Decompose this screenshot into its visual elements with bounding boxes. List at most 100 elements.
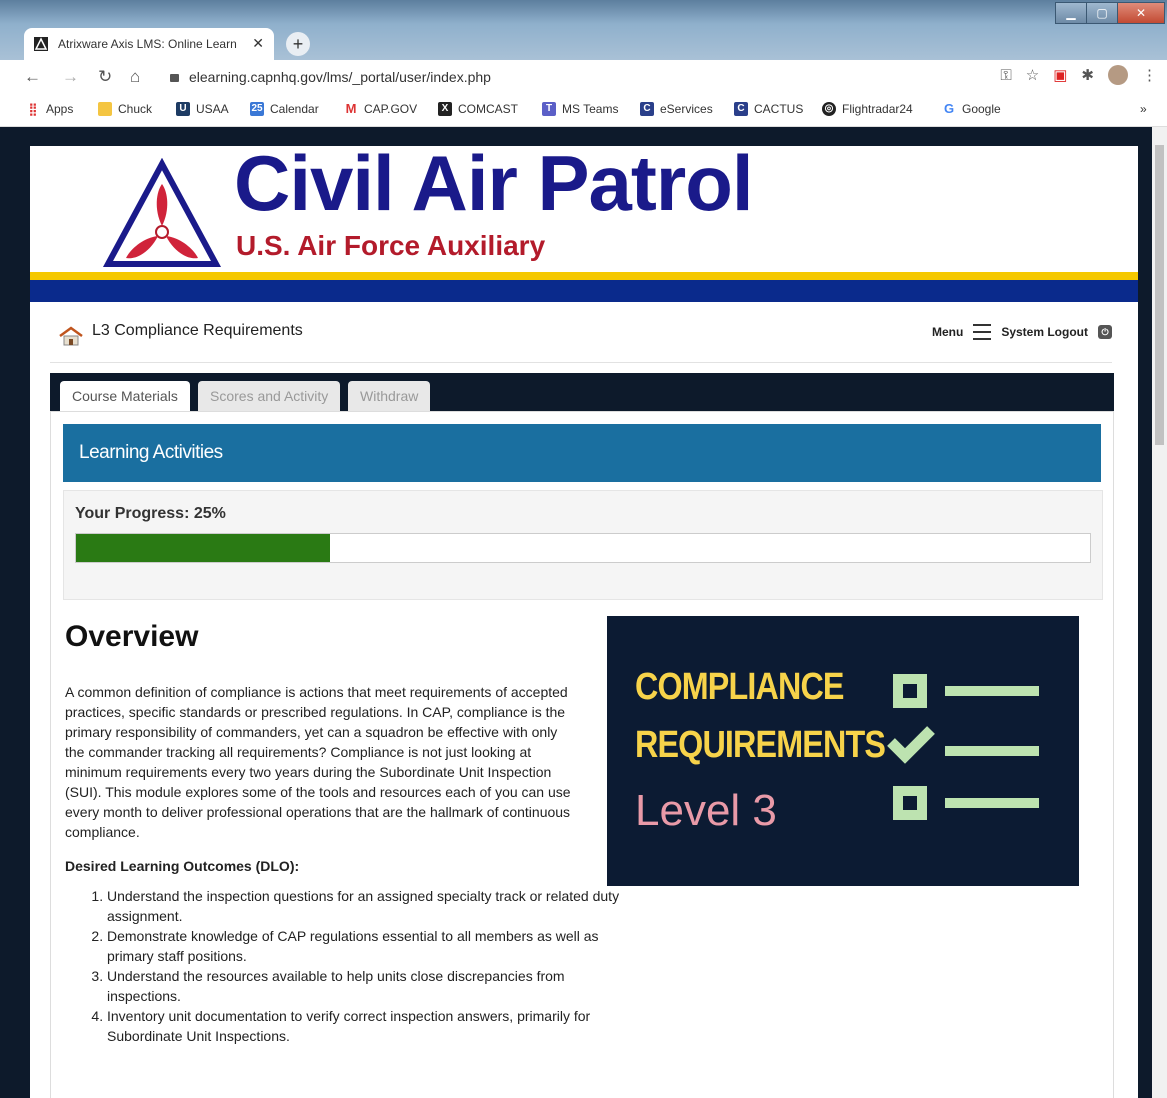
user-menu-area: Menu System Logout ⏻ [932,324,1112,340]
lock-icon [170,74,179,83]
tab-course-materials[interactable]: Course Materials [60,381,190,411]
home-icon[interactable] [58,326,84,346]
banner-line1: COMPLIANCE [635,666,844,708]
progress-label: Your Progress: 25% [75,505,226,522]
bookmark-label: USAA [196,102,229,116]
close-tab-icon[interactable]: ✕ [252,35,264,52]
cap-seal-icon: C [734,102,748,116]
pdf-extension-icon[interactable]: ▣ [1053,66,1067,84]
tab-title: Atrixware Axis LMS: Online Learn [58,37,237,51]
url-text: elearning.capnhq.gov/lms/_portal/user/in… [189,69,491,85]
header-stripe-blue [30,280,1138,302]
bookmark-chuck[interactable]: Chuck [98,102,152,116]
bookmark-eservices[interactable]: CeServices [640,102,713,116]
course-topbar: L3 Compliance Requirements Menu System L… [50,312,1112,363]
new-tab-button[interactable]: + [286,32,310,56]
course-tabs: Course Materials Scores and Activity Wit… [50,373,1114,411]
bookmark-label: eServices [660,102,713,116]
comcast-icon: X [438,102,452,116]
learning-activities-header: Learning Activities [63,424,1101,482]
atrixware-favicon-icon [34,37,48,51]
hamburger-menu-icon[interactable] [973,324,992,340]
learning-activities-title: Learning Activities [79,442,223,463]
bookmark-capgov[interactable]: M CAP.GOV [344,101,418,117]
google-icon: G [943,101,955,116]
bookmark-google[interactable]: G Google [942,101,1001,117]
folder-icon [98,102,112,116]
site-header: Civil Air Patrol U.S. Air Force Auxiliar… [30,139,1138,272]
maximize-button[interactable]: ▢ [1086,2,1118,24]
overflow-label: » [1140,102,1147,116]
bookmark-label: CAP.GOV [364,102,418,116]
logout-icon[interactable]: ⏻ [1098,325,1112,339]
banner-line3: Level 3 [635,786,777,835]
bookmarks-bar: ⣿ Apps Chuck U USAA 25 Calendar M CAP.GOV XC… [0,94,1167,127]
bookmark-calendar[interactable]: 25 Calendar [250,102,319,116]
tab-scores-and-activity[interactable]: Scores and Activity [198,381,341,411]
minimize-button[interactable]: ▁ [1055,2,1087,24]
progress-bar [75,533,1091,563]
key-icon[interactable]: ⚿ [1000,67,1011,84]
overview-paragraph: A common definition of compliance is act… [65,684,571,840]
system-logout-link[interactable]: System Logout [1001,325,1088,339]
page-scrollbar[interactable] [1152,127,1167,1098]
back-icon[interactable]: ← [24,67,41,87]
bookmark-cactus[interactable]: C CACTUS [734,102,803,116]
list-item: Demonstrate knowledge of CAP regulations… [107,926,621,966]
menu-label[interactable]: Menu [932,325,963,339]
list-item: Understand the inspection questions for … [107,886,621,926]
page-viewport: Civil Air Patrol U.S. Air Force Auxiliar… [10,127,1152,1098]
bookmark-label: Flightradar24 [842,102,913,116]
browser-tab[interactable]: Atrixware Axis LMS: Online Learn ✕ [24,28,274,60]
dlo-list: Understand the inspection questions for … [65,886,621,1046]
reload-icon[interactable]: ↻ [98,67,112,87]
forward-icon[interactable]: → [62,67,79,87]
bookmark-flightradar24[interactable]: ◎ Flightradar24 [822,102,913,116]
bookmark-ms-teams[interactable]: T MS Teams [542,102,618,116]
list-item: Understand the resources available to he… [107,966,621,1006]
url-input[interactable]: elearning.capnhq.gov/lms/_portal/user/in… [170,64,990,90]
calendar-icon: 25 [250,102,264,116]
address-bar-row: ← → ↻ ⌂ elearning.capnhq.gov/lms/_portal… [0,60,1167,94]
radar-icon: ◎ [822,102,836,116]
gmail-icon: M [345,101,357,116]
scrollbar-thumb[interactable] [1155,145,1164,445]
bookmark-label: COMCAST [458,102,518,116]
toolbar-icons: ⚿ ☆ ▣ ✱ ⋮ [1000,65,1157,85]
teams-icon: T [542,102,556,116]
tab-withdraw[interactable]: Withdraw [348,381,431,411]
brand-subtitle: U.S. Air Force Auxiliary [236,230,546,261]
star-icon[interactable]: ☆ [1026,66,1039,84]
dlo-heading: Desired Learning Outcomes (DLO): [65,858,300,874]
header-stripe-yellow [30,272,1138,280]
extensions-icon[interactable]: ✱ [1081,66,1094,84]
bookmark-apps[interactable]: ⣿ Apps [26,102,74,116]
bookmark-label: CACTUS [754,102,804,116]
apps-grid-icon: ⣿ [28,102,38,116]
bookmark-label: Chuck [118,102,153,116]
browser-menu-icon[interactable]: ⋮ [1142,66,1157,84]
overview-heading: Overview [65,620,199,653]
cap-triangle-logo-icon [102,158,222,267]
bookmarks-overflow-button[interactable]: » [1140,102,1147,116]
browser-titlebar: Atrixware Axis LMS: Online Learn ✕ + ▁ ▢… [0,0,1167,60]
bookmark-comcast[interactable]: X COMCAST [438,102,518,116]
progress-panel: Your Progress: 25% [63,490,1103,600]
course-content: Learning Activities Your Progress: 25% O… [50,411,1114,1098]
cap-seal-icon: C [640,102,654,116]
home-button-icon[interactable]: ⌂ [130,67,140,87]
list-item: Inventory unit documentation to verify c… [107,1006,621,1046]
checklist-icon [887,674,1039,820]
banner-line2: REQUIREMENTS [635,724,886,766]
usaa-icon: U [176,102,190,116]
compliance-banner-image: COMPLIANCE REQUIREMENTS Level 3 [607,616,1079,886]
brand-title: Civil Air Patrol [234,139,754,227]
bookmark-label: Calendar [270,102,319,116]
bookmark-label: Google [962,102,1001,116]
bookmark-usaa[interactable]: U USAA [176,102,229,116]
close-window-button[interactable]: ✕ [1117,2,1165,24]
window-controls: ▁ ▢ ✕ [1055,2,1165,24]
page-container: Civil Air Patrol U.S. Air Force Auxiliar… [30,139,1138,1098]
profile-avatar[interactable] [1108,65,1128,85]
progress-bar-fill [76,534,330,562]
